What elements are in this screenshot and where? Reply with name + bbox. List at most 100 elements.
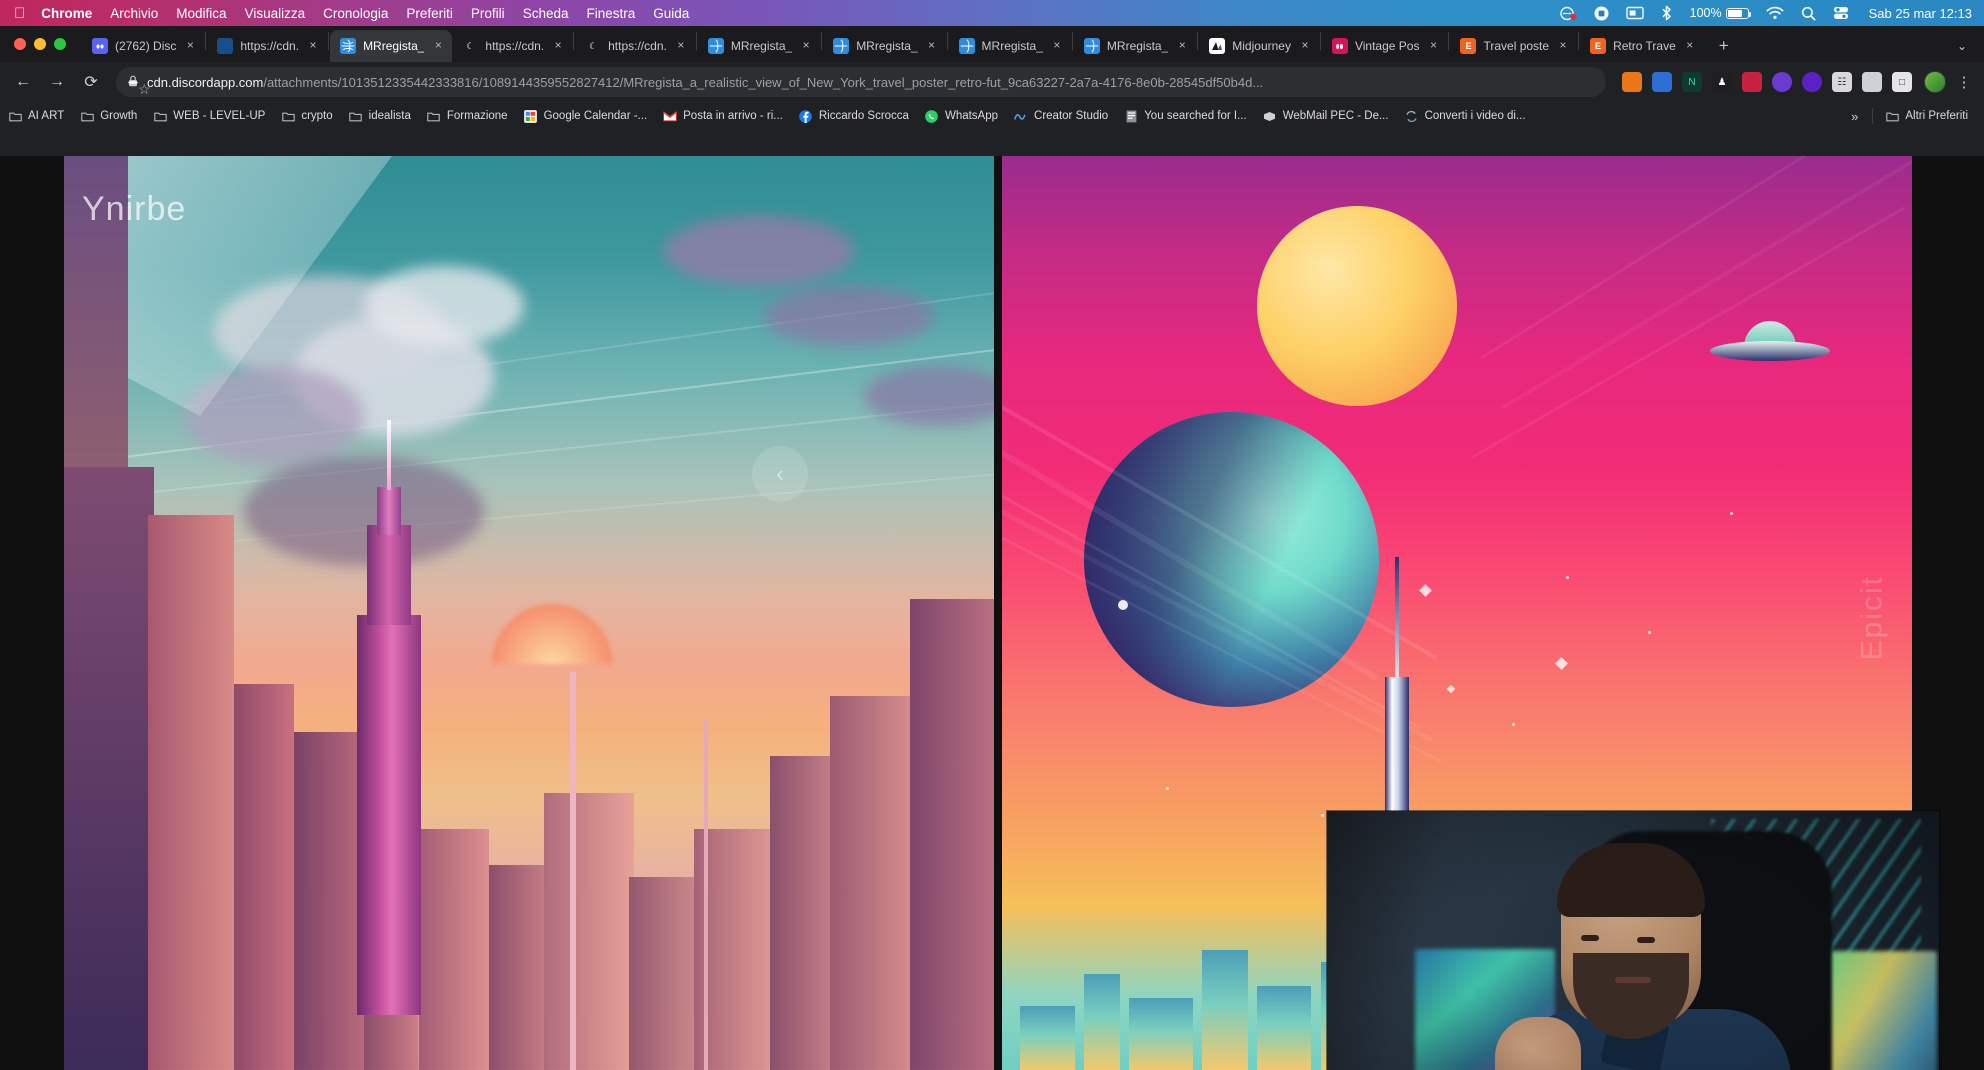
tab-close-button[interactable]: × bbox=[673, 38, 689, 54]
bookmark-creator-studio[interactable]: Creator Studio bbox=[1014, 109, 1108, 123]
browser-tab[interactable]: ☾ https://cdn. × bbox=[452, 30, 572, 62]
browser-tab[interactable]: Vintage Pos × bbox=[1322, 30, 1448, 62]
menu-item-profili[interactable]: Profili bbox=[471, 6, 505, 21]
forward-button[interactable]: → bbox=[42, 67, 72, 97]
wifi-icon[interactable] bbox=[1766, 6, 1784, 20]
tab-close-button[interactable]: × bbox=[924, 38, 940, 54]
bookmark-formazione[interactable]: Formazione bbox=[427, 109, 508, 123]
bookmark-web-level-up[interactable]: WEB - LEVEL-UP bbox=[153, 109, 265, 123]
tab-close-button[interactable]: × bbox=[798, 38, 814, 54]
generic-page-icon bbox=[217, 38, 233, 54]
tab-close-button[interactable]: × bbox=[182, 38, 198, 54]
bookmarks-overflow-button[interactable]: » bbox=[1851, 109, 1858, 124]
star bbox=[1321, 814, 1324, 817]
page-icon bbox=[1124, 109, 1138, 123]
browser-tab[interactable]: (2762) Disc × bbox=[82, 30, 204, 62]
extension-orange-icon[interactable] bbox=[1622, 72, 1642, 92]
bookmark-growth[interactable]: Growth bbox=[80, 109, 137, 123]
nyc-retro-travel-poster[interactable]: Ynirbe bbox=[64, 156, 994, 1070]
webcam-vignette bbox=[1327, 811, 1939, 1070]
bookmark-star-icon[interactable]: ☆ bbox=[128, 81, 138, 84]
browser-tab-active[interactable]: MRregista_ × bbox=[330, 30, 452, 62]
extension-window-icon[interactable]: □ bbox=[1892, 72, 1912, 92]
browser-tab[interactable]: ☾ https://cdn. × bbox=[575, 30, 695, 62]
globe-icon bbox=[340, 38, 356, 54]
folder-icon bbox=[8, 109, 22, 123]
browser-tab[interactable]: E Travel poste × bbox=[1450, 30, 1577, 62]
bookmark-riccardo-scrocca[interactable]: Riccardo Scrocca bbox=[799, 109, 909, 123]
menu-item-finestra[interactable]: Finestra bbox=[586, 6, 635, 21]
bluetooth-icon[interactable] bbox=[1661, 5, 1672, 21]
apple-icon[interactable]:  bbox=[14, 6, 25, 21]
menu-item-scheda[interactable]: Scheda bbox=[523, 6, 569, 21]
extension-green-icon[interactable]: N bbox=[1682, 72, 1702, 92]
close-button[interactable] bbox=[14, 38, 26, 50]
menu-item-preferiti[interactable]: Preferiti bbox=[406, 6, 453, 21]
menu-item-archivio[interactable]: Archivio bbox=[110, 6, 158, 21]
control-center-icon[interactable] bbox=[1833, 6, 1849, 20]
battery-icon[interactable] bbox=[1726, 8, 1749, 19]
browser-tab[interactable]: https://cdn. × bbox=[207, 30, 327, 62]
record-dot-icon[interactable] bbox=[1594, 6, 1609, 21]
gallery-page-dot[interactable] bbox=[1118, 600, 1128, 610]
browser-tab[interactable]: Midjourney × bbox=[1199, 30, 1319, 62]
tab-close-button[interactable]: × bbox=[1174, 38, 1190, 54]
star bbox=[1512, 723, 1515, 726]
bookmark-crypto[interactable]: crypto bbox=[281, 109, 332, 123]
browser-tab[interactable]: MRregista_ × bbox=[949, 30, 1071, 62]
menu-item-modifica[interactable]: Modifica bbox=[176, 6, 226, 21]
bookmark-gmail-inbox[interactable]: Posta in arrivo - ri... bbox=[663, 109, 783, 123]
maximize-button[interactable] bbox=[54, 38, 66, 50]
extension-purple-icon[interactable] bbox=[1772, 72, 1792, 92]
tab-title: Retro Trave bbox=[1613, 39, 1676, 53]
menu-item-guida[interactable]: Guida bbox=[653, 6, 689, 21]
gallery-prev-button[interactable]: ‹ bbox=[752, 446, 808, 502]
tab-close-button[interactable]: × bbox=[1555, 38, 1571, 54]
ufo-disc bbox=[1710, 341, 1830, 361]
browser-tab[interactable]: MRregista_ × bbox=[1074, 30, 1196, 62]
tab-close-button[interactable]: × bbox=[430, 38, 446, 54]
menu-item-chrome[interactable]: Chrome bbox=[41, 6, 92, 21]
search-icon[interactable] bbox=[1801, 6, 1816, 21]
webcam-overlay[interactable] bbox=[1327, 811, 1939, 1070]
profile-avatar[interactable] bbox=[1924, 71, 1946, 93]
bookmark-idealista[interactable]: idealista bbox=[349, 109, 411, 123]
bookmark-other-bookmarks[interactable]: Altri Preferiti bbox=[1885, 109, 1968, 123]
bookmark-ai-art[interactable]: AI ART bbox=[8, 109, 64, 123]
reload-button[interactable]: ⟳ bbox=[76, 67, 106, 97]
bookmark-whatsapp[interactable]: WhatsApp bbox=[925, 109, 998, 123]
extension-blue-icon[interactable] bbox=[1652, 72, 1672, 92]
browser-tab[interactable]: MRregista_ × bbox=[823, 30, 945, 62]
back-button[interactable]: ← bbox=[8, 67, 38, 97]
menu-bar-clock[interactable]: Sab 25 mar 12:13 bbox=[1869, 6, 1972, 21]
chrome-menu-kebab-icon[interactable]: ⋮ bbox=[1952, 73, 1976, 91]
browser-tab[interactable]: MRregista_ × bbox=[698, 30, 820, 62]
tab-close-button[interactable]: × bbox=[1682, 38, 1698, 54]
menu-item-visualizza[interactable]: Visualizza bbox=[245, 6, 306, 21]
tab-close-button[interactable]: × bbox=[550, 38, 566, 54]
new-tab-button[interactable]: + bbox=[1710, 32, 1738, 60]
extension-dark-icon[interactable]: ♟ bbox=[1712, 72, 1732, 92]
tab-close-button[interactable]: × bbox=[1049, 38, 1065, 54]
display-icon[interactable] bbox=[1626, 6, 1644, 20]
browser-tab[interactable]: E Retro Trave × bbox=[1580, 30, 1704, 62]
tab-title: https://cdn. bbox=[485, 39, 544, 53]
tab-close-button[interactable]: × bbox=[305, 38, 321, 54]
extension-red-icon[interactable] bbox=[1742, 72, 1762, 92]
minimize-button[interactable] bbox=[34, 38, 46, 50]
address-bar[interactable]: cdn.discordapp.com /attachments/10135123… bbox=[116, 67, 1606, 97]
globe-icon bbox=[1084, 38, 1100, 54]
bookmark-you-searched-for[interactable]: You searched for I... bbox=[1124, 109, 1247, 123]
tab-search-chevron-down-icon[interactable]: ⌄ bbox=[1948, 32, 1976, 60]
extension-grid-icon[interactable]: ☷ bbox=[1832, 72, 1852, 92]
tab-close-button[interactable]: × bbox=[1425, 38, 1441, 54]
bookmark-google-calendar[interactable]: Google Calendar -... bbox=[524, 109, 648, 123]
tab-separator bbox=[1197, 32, 1198, 50]
extension-grammar-icon[interactable] bbox=[1862, 72, 1882, 92]
extension-violet-icon[interactable] bbox=[1802, 72, 1822, 92]
bookmark-webmail-pec[interactable]: WebMail PEC - De... bbox=[1263, 109, 1389, 123]
screen-record-icon[interactable] bbox=[1560, 6, 1577, 21]
tab-close-button[interactable]: × bbox=[1297, 38, 1313, 54]
menu-item-cronologia[interactable]: Cronologia bbox=[323, 6, 388, 21]
bookmark-converti-video[interactable]: Converti i video di... bbox=[1405, 109, 1526, 123]
